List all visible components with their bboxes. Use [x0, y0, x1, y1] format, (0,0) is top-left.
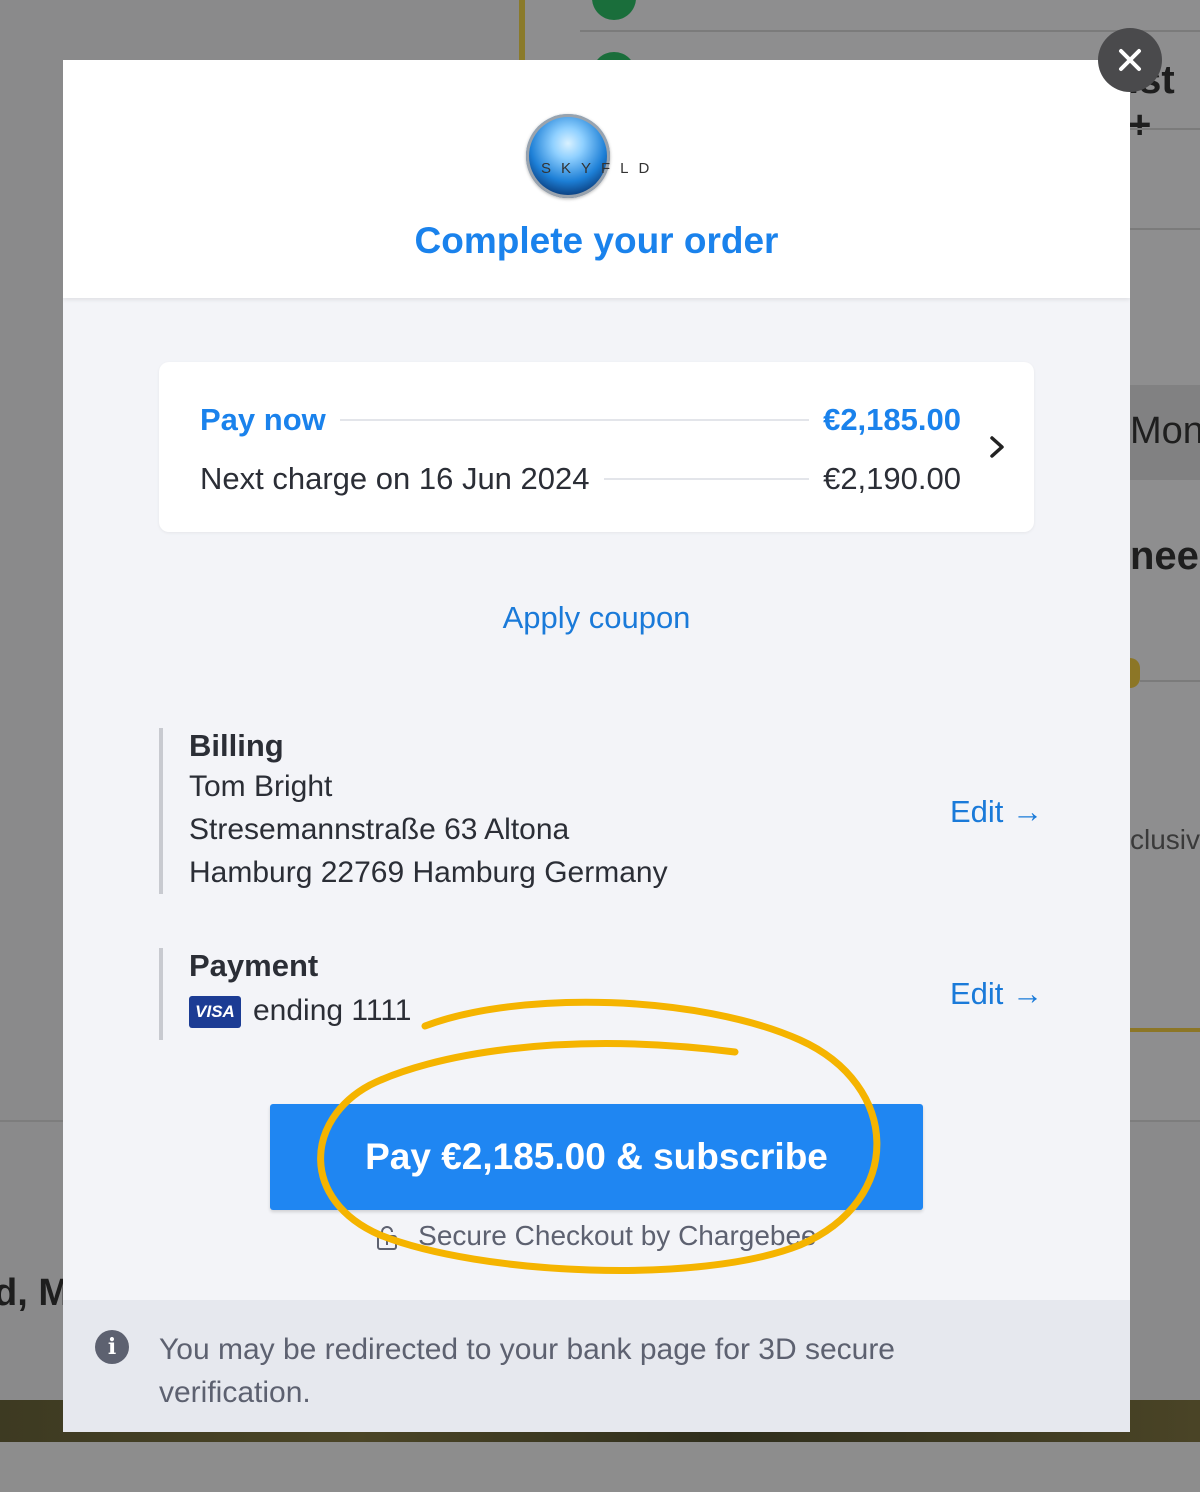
next-charge-label: Next charge on 16 Jun 2024: [200, 461, 590, 496]
billing-address-line1: Stresemannstraße 63 Altona: [189, 813, 570, 846]
edit-payment-link[interactable]: Edit →: [950, 976, 1043, 1012]
row-divider: [339, 419, 810, 421]
notice-banner: i You may be redirected to your bank pag…: [63, 1300, 1130, 1432]
background-decoration: [1130, 1028, 1200, 1032]
pay-now-label: Pay now: [200, 402, 326, 437]
payment-title: Payment: [189, 948, 319, 983]
info-icon: i: [95, 1330, 129, 1364]
chevron-right-icon: [990, 436, 1004, 458]
background-text: clusiv: [1130, 824, 1200, 855]
card-ending: ending 1111: [253, 994, 412, 1027]
apply-coupon-link[interactable]: Apply coupon: [63, 600, 1130, 636]
close-icon: [1119, 49, 1141, 71]
next-charge-amount: €2,190.00: [823, 461, 961, 496]
billing-name: Tom Bright: [189, 770, 333, 803]
background-text: Mont: [1130, 410, 1200, 452]
background-text: neec: [1130, 534, 1200, 578]
background-divider: [1130, 228, 1200, 230]
secure-checkout-text: Secure Checkout by Chargebee: [418, 1220, 817, 1251]
modal-header: SKYFLD Complete your order: [63, 60, 1130, 298]
next-charge-row: Next charge on 16 Jun 2024 €2,190.00: [200, 459, 961, 499]
background-divider: [1140, 680, 1200, 682]
close-button[interactable]: [1098, 28, 1162, 92]
billing-address-line2: Hamburg 22769 Hamburg Germany: [189, 856, 668, 889]
visa-card-icon: VISA: [189, 996, 241, 1028]
background-footer: [0, 1442, 1200, 1492]
page-title: Complete your order: [414, 220, 779, 261]
row-divider: [603, 478, 810, 480]
checkout-modal: SKYFLD Complete your order Pay now €2,18…: [63, 60, 1130, 1432]
lock-icon: [377, 1225, 398, 1250]
payment-section: Payment VISA ending 1111 Edit →: [159, 948, 1043, 1040]
brand-logo: [526, 114, 610, 198]
billing-section: Billing Tom Bright Stresemannstraße 63 A…: [159, 728, 1043, 894]
background-divider: [1130, 128, 1200, 130]
pay-subscribe-button[interactable]: Pay €2,185.00 & subscribe: [270, 1104, 923, 1210]
notice-text: You may be redirected to your bank page …: [159, 1333, 895, 1409]
pay-now-amount: €2,185.00: [823, 402, 961, 437]
background-text: d, M: [0, 1272, 70, 1314]
pay-now-row: Pay now €2,185.00: [200, 400, 961, 440]
order-summary-card[interactable]: Pay now €2,185.00 Next charge on 16 Jun …: [159, 362, 1034, 532]
secure-checkout: Secure Checkout by Chargebee: [63, 1220, 1130, 1252]
edit-billing-link[interactable]: Edit →: [950, 794, 1043, 830]
background-divider: [519, 0, 525, 60]
brand-logo-text: SKYFLD: [541, 160, 660, 177]
background-divider: [580, 30, 1200, 32]
billing-title: Billing: [189, 728, 284, 763]
